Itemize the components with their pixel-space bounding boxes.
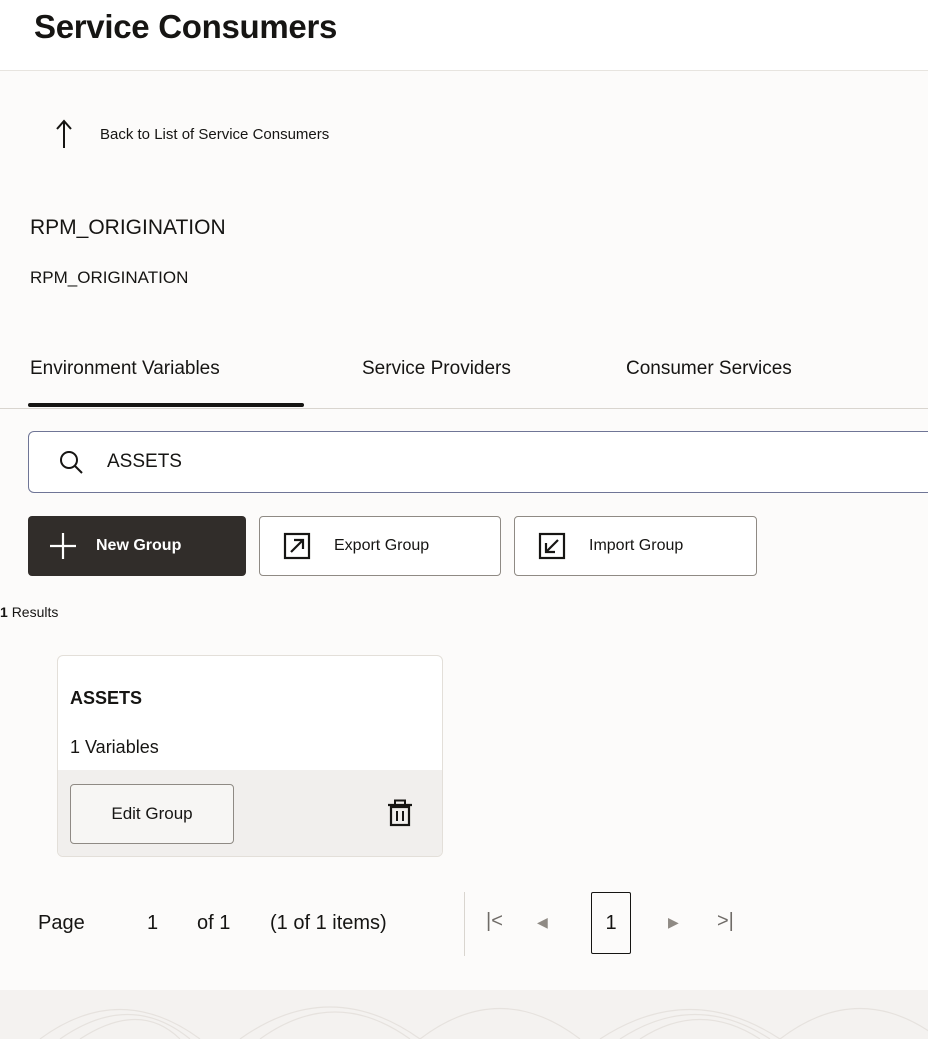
edit-group-button[interactable]: Edit Group <box>70 784 234 844</box>
first-page-icon[interactable]: |< <box>486 910 503 933</box>
export-group-button[interactable]: Export Group <box>259 516 501 576</box>
next-page-icon[interactable]: ▶ <box>668 914 679 931</box>
page-total: of 1 <box>197 912 231 934</box>
record-title: RPM_ORIGINATION <box>30 216 226 239</box>
tab-bar: Environment Variables Service Providers … <box>0 342 928 409</box>
group-name: ASSETS <box>70 688 143 708</box>
tab-consumer-services[interactable]: Consumer Services <box>626 358 792 380</box>
page-header: Service Consumers <box>0 0 928 71</box>
page-title: Service Consumers <box>34 8 338 45</box>
export-group-label: Export Group <box>334 537 430 554</box>
page-button[interactable]: 1 <box>591 892 631 954</box>
items-summary: (1 of 1 items) <box>270 912 387 934</box>
import-icon <box>538 532 566 560</box>
group-variable-count: 1 Variables <box>70 737 159 757</box>
results-count: 1 Results <box>0 604 58 620</box>
results-number: 1 <box>0 604 8 620</box>
group-card-footer: Edit Group <box>58 770 442 856</box>
results-label: Results <box>11 604 59 620</box>
active-tab-indicator <box>28 403 304 407</box>
trash-icon[interactable] <box>385 798 415 828</box>
record-subtitle: RPM_ORIGINATION <box>30 268 189 287</box>
arrow-up-icon <box>56 119 72 148</box>
back-to-list-link[interactable]: Back to List of Service Consumers <box>52 114 329 154</box>
decorative-background-pattern <box>0 990 928 1039</box>
import-group-button[interactable]: Import Group <box>514 516 757 576</box>
pagination-divider <box>464 892 465 956</box>
last-page-icon[interactable]: >| <box>717 910 734 933</box>
search-box[interactable] <box>28 431 928 493</box>
previous-page-icon[interactable]: ◀ <box>537 914 548 931</box>
new-group-button[interactable]: New Group <box>28 516 246 576</box>
tab-service-providers[interactable]: Service Providers <box>362 358 511 380</box>
pagination: Page 1 of 1 (1 of 1 items) |< ◀ 1 ▶ >| <box>38 892 798 956</box>
group-card: ASSETS 1 Variables Edit Group <box>57 655 443 857</box>
search-icon <box>60 451 83 474</box>
new-group-label: New Group <box>96 537 182 554</box>
export-icon <box>283 532 311 560</box>
plus-icon <box>50 533 76 559</box>
import-group-label: Import Group <box>589 537 684 554</box>
search-input[interactable] <box>105 450 809 474</box>
current-page-input[interactable]: 1 <box>147 912 158 935</box>
tab-environment-variables[interactable]: Environment Variables <box>30 358 220 380</box>
page-label: Page <box>38 912 85 934</box>
back-link-label: Back to List of Service Consumers <box>100 125 330 143</box>
